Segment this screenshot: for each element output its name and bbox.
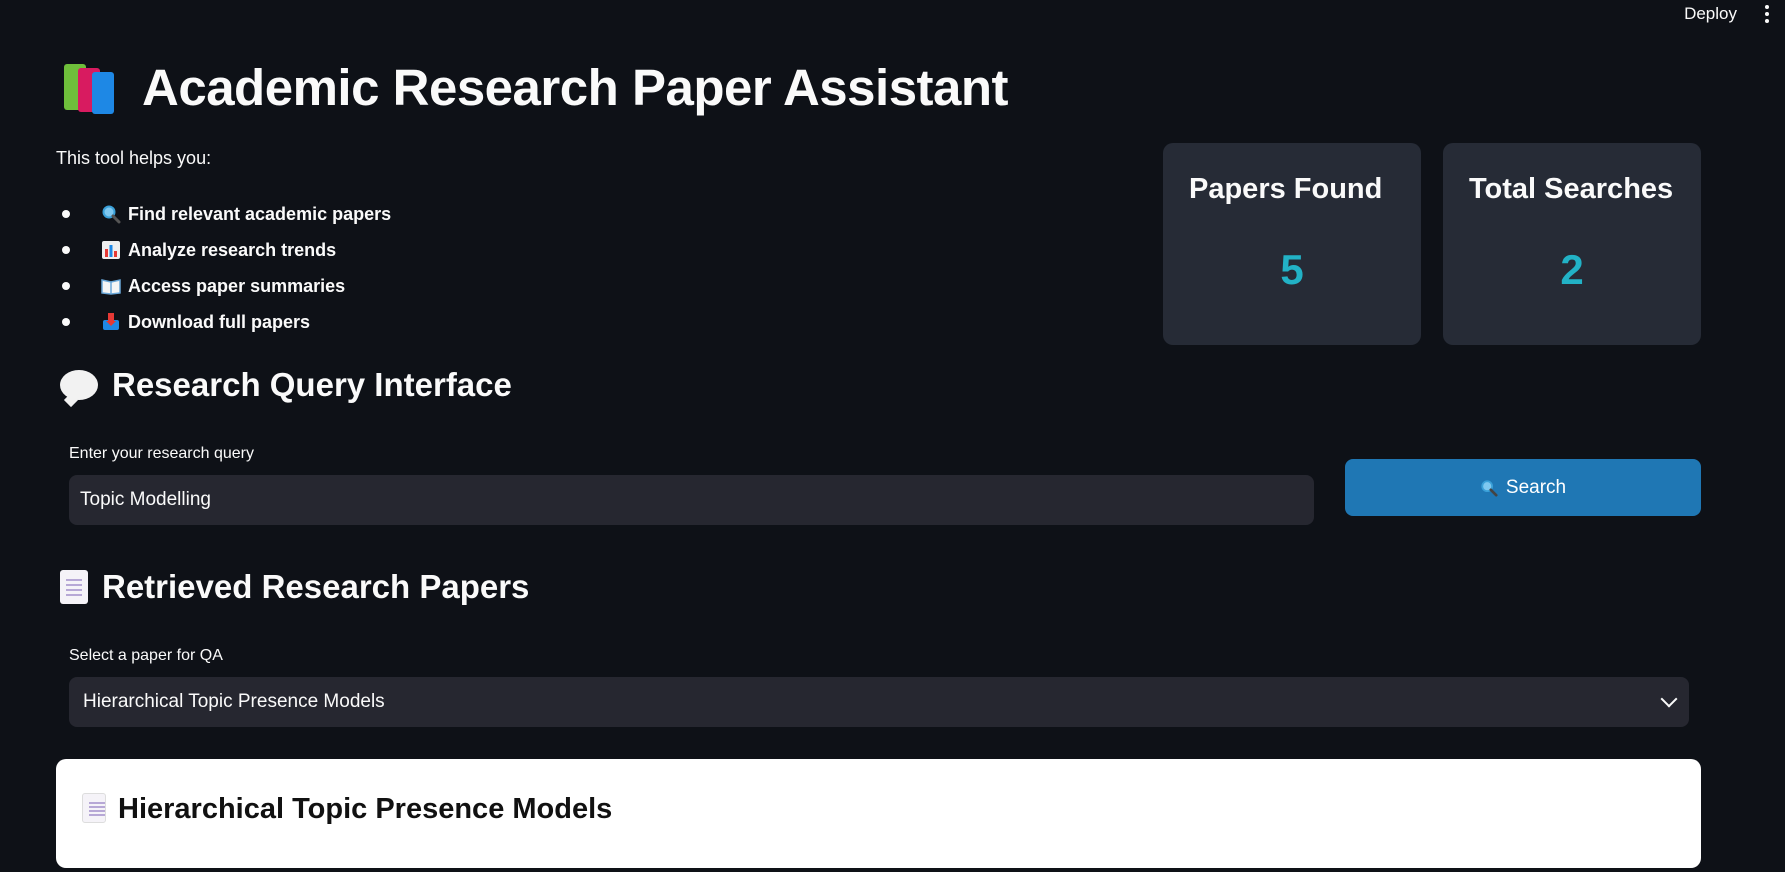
section-title: Retrieved Research Papers: [102, 568, 530, 605]
metric-papers-found: Papers Found 5: [1163, 143, 1421, 345]
open-book-icon: [100, 276, 122, 296]
metric-label: Papers Found: [1189, 173, 1383, 205]
deploy-button[interactable]: Deploy: [1684, 4, 1737, 24]
magnifier-icon: [100, 204, 122, 224]
bar-chart-icon: [100, 240, 122, 260]
paper-select-label: Select a paper for QA: [69, 647, 223, 664]
magnifier-icon: [1481, 479, 1498, 497]
feature-item: Analyze research trends: [56, 232, 391, 268]
page-title-text: Academic Research Paper Assistant: [142, 59, 1009, 116]
top-toolbar: Deploy: [1684, 0, 1785, 28]
metric-value: 2: [1560, 246, 1584, 293]
papers-section-heading: Retrieved Research Papers: [60, 568, 529, 606]
page-title: Academic Research Paper Assistant: [64, 58, 1009, 117]
feature-label: Access paper summaries: [128, 275, 346, 296]
feature-label: Download full papers: [128, 311, 311, 332]
query-input-label: Enter your research query: [69, 445, 254, 462]
paper-select-value: Hierarchical Topic Presence Models: [83, 691, 385, 712]
feature-label: Analyze research trends: [128, 239, 337, 260]
document-icon: [60, 570, 88, 604]
metric-value: 5: [1280, 246, 1304, 293]
books-icon: [64, 62, 124, 114]
paper-card: Hierarchical Topic Presence Models: [56, 759, 1701, 868]
feature-label: Find relevant academic papers: [128, 203, 392, 224]
section-title: Research Query Interface: [112, 366, 512, 403]
speech-bubble-icon: [60, 370, 98, 400]
search-button-label: Search: [1505, 476, 1567, 498]
feature-item: Access paper summaries: [56, 268, 391, 304]
feature-item: Find relevant academic papers: [56, 196, 391, 232]
main-menu-icon[interactable]: [1761, 1, 1773, 27]
research-query-input[interactable]: [69, 475, 1314, 525]
inbox-icon: [100, 312, 122, 332]
document-icon: [82, 793, 106, 823]
paper-select[interactable]: Hierarchical Topic Presence Models: [69, 677, 1689, 727]
paper-card-title: Hierarchical Topic Presence Models: [118, 793, 613, 825]
search-button[interactable]: Search: [1345, 459, 1701, 516]
intro-text: This tool helps you:: [56, 148, 212, 168]
query-section-heading: Research Query Interface: [60, 366, 512, 404]
feature-item: Download full papers: [56, 304, 391, 340]
metric-label: Total Searches: [1469, 173, 1674, 205]
chevron-down-icon: [1660, 690, 1678, 708]
metric-total-searches: Total Searches 2: [1443, 143, 1701, 345]
feature-list: Find relevant academic papers Analyze re…: [56, 196, 391, 340]
